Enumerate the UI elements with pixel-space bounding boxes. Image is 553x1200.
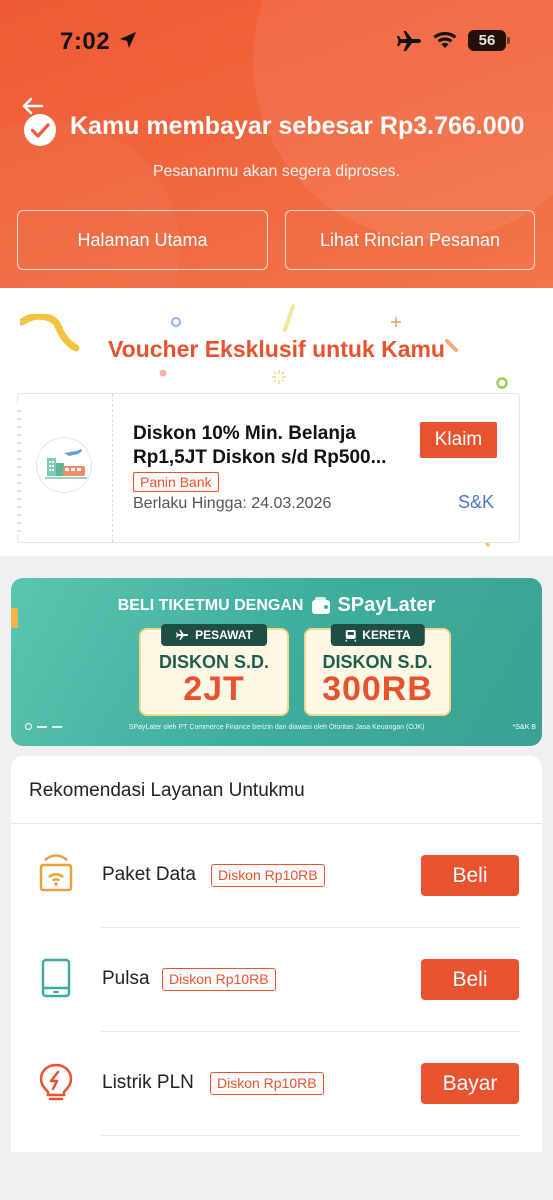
airplane-icon [176,630,189,640]
discount-badge: Diskon Rp10RB [210,1072,324,1095]
voucher-section-title: Voucher Eksklusif untuk Kamu [108,336,445,362]
confetti-ring-icon [496,377,508,389]
bottom-edge [0,1152,553,1200]
phone-credit-icon [36,958,76,1003]
discount-badge: Diskon Rp10RB [162,968,276,991]
list-item[interactable]: Listrik PLN Diskon Rp10RB Bayar [11,1032,542,1136]
voucher-terms-link[interactable]: S&K [458,492,494,513]
payment-subtitle: Pesananmu akan segera diproses. [152,163,401,180]
voucher-icon-panel [17,394,113,542]
service-label: Listrik PLN [102,1072,194,1093]
confetti-sparkle-icon [272,370,286,384]
claim-voucher-button[interactable]: Klaim [420,422,497,458]
divider [101,1135,520,1136]
flight-tag: PESAWAT [161,624,267,646]
voucher-description: Diskon 10% Min. Belanja Rp1,5JT Diskon s… [133,422,408,470]
banner-headline-text: BELI TIKETMU DENGAN [117,596,304,614]
electricity-icon [36,1062,76,1109]
list-item[interactable]: Paket Data Diskon Rp10RB Beli [11,824,542,928]
confetti-plus-icon [391,317,401,327]
confetti-ribbon-icon [283,304,295,332]
wifi-icon [432,30,458,55]
buy-credit-button[interactable]: Beli [421,959,519,1000]
battery-indicator: 56 [468,30,510,51]
voucher-edge [17,404,21,534]
carousel-dot-active [25,723,32,730]
voucher-card[interactable]: Diskon 10% Min. Belanja Rp1,5JT Diskon s… [17,393,520,543]
flight-discount-amount: 2JT [183,670,245,708]
airplane-mode-icon [396,30,422,57]
data-package-icon [36,854,76,899]
travel-voucher-icon [36,437,92,493]
voucher-validity: Berlaku Hingga: 24.03.2026 [133,495,332,512]
status-time: 7:02 [60,28,111,55]
home-button[interactable]: Halaman Utama [17,210,268,270]
spaylater-wallet-icon [312,596,331,614]
payment-header: 7:02 56 Kamu membayar sebesar Rp3.766.00… [0,0,553,288]
bank-badge: Panin Bank [133,472,219,492]
order-detail-button[interactable]: Lihat Rincian Pesanan [285,210,535,270]
carousel-dot [52,725,62,728]
train-discount-amount: 300RB [322,670,433,708]
status-bar: 7:02 56 [0,0,553,80]
payment-amount-title: Kamu membayar sebesar Rp3.766.000 [70,112,525,140]
location-arrow-icon [118,30,138,55]
voucher-description-line2: Rp1,5JT Diskon s/d Rp500... [133,447,387,468]
banner-headline: BELI TIKETMU DENGAN SPayLater [11,594,542,617]
train-icon [344,629,356,642]
confetti-dot-icon [171,317,181,327]
service-recommendations: Rekomendasi Layanan Untukmu Paket Data D… [11,756,542,1200]
flight-tag-label: PESAWAT [195,628,253,642]
service-label: Pulsa [102,968,150,989]
banner-terms: *S&K B [512,724,536,731]
recommendations-title: Rekomendasi Layanan Untukmu [29,780,305,801]
spaylater-brand: SPayLater [337,594,436,616]
list-item[interactable]: Pulsa Diskon Rp10RB Beli [11,928,542,1032]
train-tag: KERETA [330,624,425,646]
train-tag-label: KERETA [362,628,411,642]
voucher-description-line1: Diskon 10% Min. Belanja [133,423,356,444]
carousel-dot [37,725,47,728]
banner-footnote: SPayLater oleh PT Commerce Finance beriz… [128,724,425,731]
pay-electricity-button[interactable]: Bayar [421,1063,519,1104]
exclusive-voucher-section: Voucher Eksklusif untuk Kamu Diskon 10% … [0,288,553,556]
train-promo-card: KERETA DISKON S.D. 300RB [304,624,451,716]
payment-success-icon [23,113,57,152]
service-label: Paket Data [102,864,196,885]
spaylater-logo: SPayLater [311,594,435,617]
buy-data-button[interactable]: Beli [421,855,519,896]
confetti-dot-icon [159,369,167,377]
spaylater-promo-banner[interactable]: BELI TIKETMU DENGAN SPayLater PESAWAT DI… [11,578,542,746]
carousel-indicator [25,723,62,730]
discount-badge: Diskon Rp10RB [211,864,325,887]
flight-promo-card: PESAWAT DISKON S.D. 2JT [139,624,289,716]
